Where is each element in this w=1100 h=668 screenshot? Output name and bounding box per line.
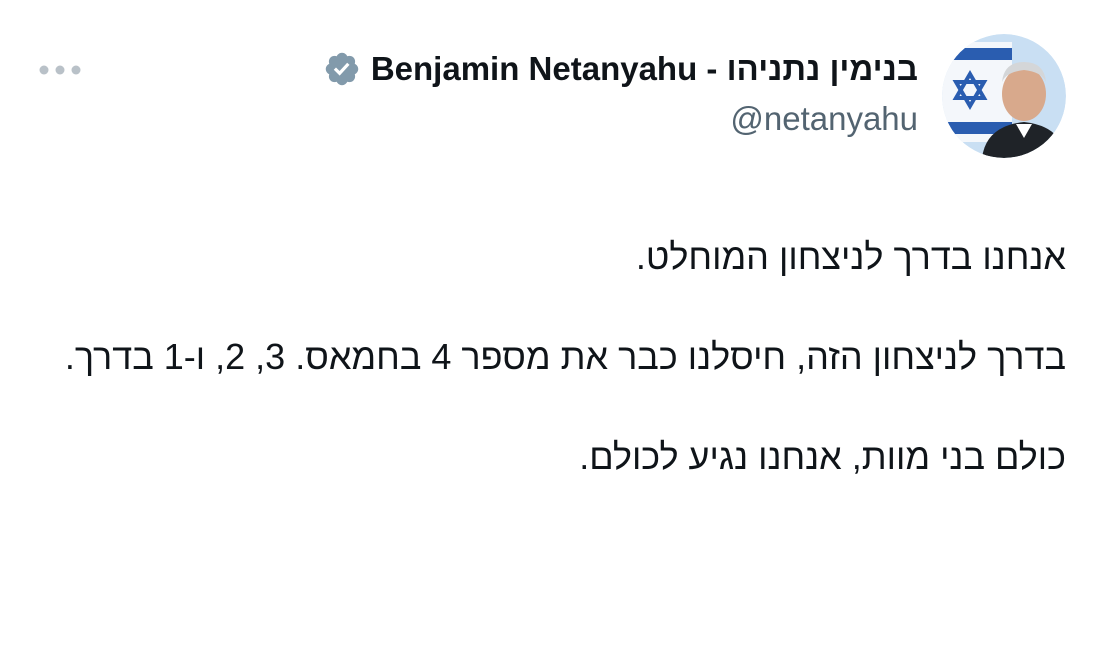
tweet-header: בנימין נתניהו - Benjamin Netanyahu @neta… [323,34,1066,158]
profile-photo-israeli-flag [942,34,1066,158]
more-horizontal-icon [39,65,81,75]
author-name-line[interactable]: בנימין נתניהו - Benjamin Netanyahu [323,50,918,88]
tweet-paragraph: אנחנו בדרך לניצחון המוחלט. [635,236,1066,277]
tweet-paragraph: כולם בני מוות, אנחנו נגיע לכולם. [579,436,1066,477]
author-info: בנימין נתניהו - Benjamin Netanyahu @neta… [323,34,918,138]
tweet-paragraph: בדרך לניצחון הזה, חיסלנו כבר את מספר 4 ב… [64,336,1066,377]
author-display-name: בנימין נתניהו - Benjamin Netanyahu [370,50,918,87]
more-options-button[interactable] [34,56,86,84]
author-handle[interactable]: @netanyahu [730,100,918,138]
tweet: בנימין נתניהו - Benjamin Netanyahu @neta… [0,0,1100,668]
verified-badge-icon [325,52,359,86]
avatar[interactable] [942,34,1066,158]
tweet-text: אנחנו בדרך לניצחון המוחלט. בדרך לניצחון … [26,232,1066,482]
